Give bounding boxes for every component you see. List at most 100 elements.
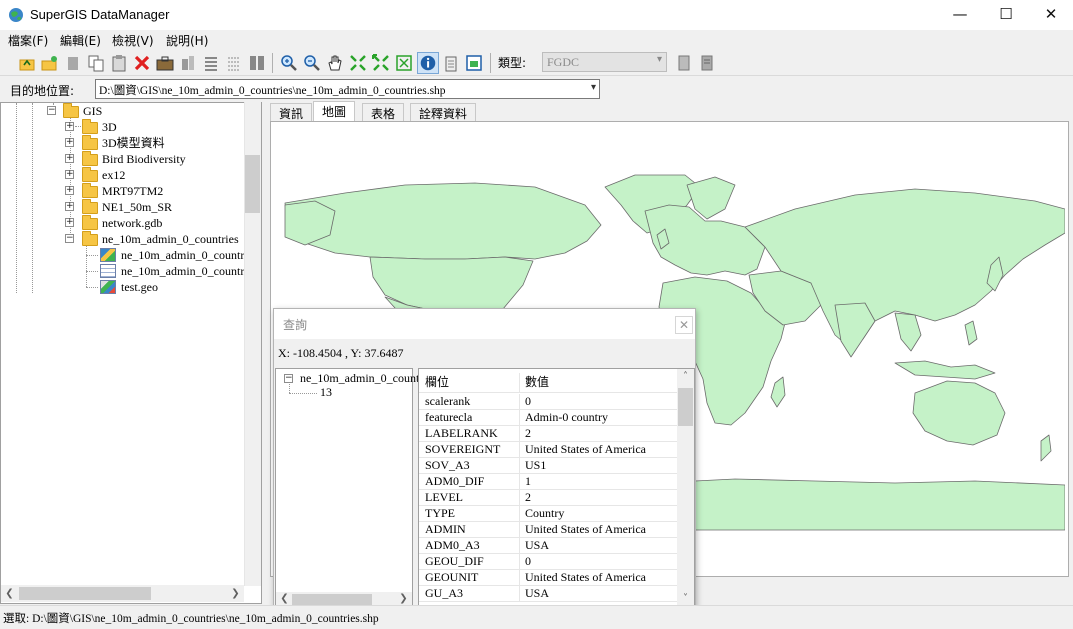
menu-help[interactable]: 說明(H) [166,32,208,49]
query-tree-layer[interactable]: ne_10m_admin_0_countr [300,370,423,386]
fixed-zoom-in-icon[interactable] [348,53,368,73]
expand-icon[interactable]: + [65,218,74,227]
identify-info-icon[interactable] [417,52,439,74]
maximize-button[interactable]: ☐ [983,0,1029,30]
export-image-icon[interactable] [464,53,484,73]
close-icon[interactable]: ✕ [675,316,693,334]
chevron-down-icon[interactable]: ▾ [591,82,596,93]
table-file-icon [100,264,116,278]
expand-icon[interactable]: + [65,186,74,195]
scroll-up-icon[interactable]: ˄ [677,369,694,384]
scroll-left-icon[interactable]: ❮ [276,591,293,606]
expand-icon[interactable]: + [65,202,74,211]
query-dialog-title: 查詢 [283,318,308,332]
status-selection-path: 選取: D:\圖資\GIS\ne_10m_admin_0_countries\n… [3,613,379,625]
paste-icon[interactable] [109,53,129,73]
destination-path-combobox[interactable]: D:\圖資\GIS\ne_10m_admin_0_countries\ne_10… [95,79,600,99]
metadata-type-select[interactable]: FGDC ▾ [542,52,667,72]
tree-guide-line [16,103,17,293]
tree-guide-line [86,287,98,288]
scroll-right-icon[interactable]: ❯ [227,585,244,602]
attribute-row[interactable]: LEVEL 2 [419,490,677,506]
attribute-field: ADMIN [425,522,466,536]
attribute-field: LEVEL [425,490,463,504]
attribute-row[interactable]: featurecla Admin-0 country [419,410,677,426]
shapefile-icon [100,248,116,262]
field-column-header[interactable]: 欄位 [425,373,449,391]
attribute-field: GEOUNIT [425,570,479,584]
delete-icon[interactable] [132,53,152,73]
pan-hand-icon[interactable] [325,53,345,73]
attribute-row[interactable]: GU_A3 USA [419,586,677,602]
collapse-icon[interactable]: − [47,106,56,115]
attribute-row[interactable]: ADM0_A3 USA [419,538,677,554]
list-view-icon[interactable] [201,53,221,73]
scroll-left-icon[interactable]: ❮ [1,585,18,602]
attribute-row[interactable]: TYPE Country [419,506,677,522]
expand-icon[interactable]: + [65,154,74,163]
tree-vertical-scroll-thumb[interactable] [245,155,260,213]
scroll-down-icon[interactable]: ˅ [677,591,694,606]
folder-open-icon [82,231,98,246]
tree-guide-line [75,126,81,127]
copy-icon[interactable] [86,53,106,73]
collapse-icon[interactable]: − [65,234,74,243]
close-button[interactable]: ✕ [1028,0,1073,30]
attribute-row[interactable]: SOV_A3 US1 [419,458,677,474]
toolbox-icon[interactable] [155,53,175,73]
expand-icon[interactable]: + [65,138,74,147]
value-column-header[interactable]: 數值 [525,373,549,391]
cut-icon[interactable] [63,53,83,73]
zoom-in-icon[interactable] [279,53,299,73]
query-tree-feature[interactable]: 13 [320,384,332,400]
attribute-row[interactable]: SOVEREIGNT United States of America [419,442,677,458]
tab-metadata[interactable]: 詮釋資料 [410,103,477,121]
menu-edit[interactable]: 編輯(E) [60,32,101,49]
attribute-row[interactable]: GEOU_DIF 0 [419,554,677,570]
menu-bar [0,30,1073,50]
connect-folder-icon[interactable] [40,53,60,73]
attribute-value: United States of America [525,570,646,584]
query-dialog-title-bar[interactable] [274,309,695,339]
zoom-out-icon[interactable] [302,53,322,73]
tab-map[interactable]: 地圖 [313,101,356,122]
attribute-row[interactable]: scalerank 0 [419,394,677,410]
metadata-type-label: 類型: [498,56,527,70]
import-metadata-icon[interactable] [674,53,694,73]
query-coordinates: X: -108.4504 , Y: 37.6487 [278,346,404,360]
menu-file[interactable]: 檔案(F) [8,32,48,49]
tree-horizontal-scroll-thumb[interactable] [19,587,151,600]
attribute-value: United States of America [525,522,646,536]
attribute-value: United States of America [525,442,646,456]
query-tree-scroll-thumb[interactable] [292,594,372,605]
expand-icon[interactable]: + [65,170,74,179]
attribute-value: 2 [525,426,531,440]
geo-file-icon [100,280,116,294]
attribute-row[interactable]: LABELRANK 2 [419,426,677,442]
expand-icon[interactable]: + [65,122,74,131]
attribute-field: scalerank [425,394,471,408]
catalog-tree[interactable]: − GIS + 3D + 3D模型資料 + Bird Biodiversity … [0,102,262,604]
menu-view[interactable]: 檢視(V) [112,32,154,49]
clipboard-icon[interactable] [441,53,461,73]
scroll-right-icon[interactable]: ❯ [395,591,412,606]
collapse-icon[interactable]: − [284,374,293,383]
attribute-field: featurecla [425,410,473,424]
minimize-button[interactable]: — [937,0,983,30]
query-result-tree[interactable]: − ne_10m_admin_0_countr 13 [275,368,423,608]
attribute-row[interactable]: GEOUNIT United States of America [419,570,677,586]
tab-table[interactable]: 表格 [362,103,405,121]
full-extent-icon[interactable] [394,53,414,73]
export-metadata-icon[interactable] [697,53,717,73]
tab-info[interactable]: 資訊 [270,103,313,121]
attribute-table-scroll-thumb[interactable] [678,388,693,426]
fixed-zoom-out-icon[interactable] [371,53,391,73]
thumbnail-view-icon[interactable] [247,53,267,73]
attribute-row[interactable]: ADM0_DIF 1 [419,474,677,490]
large-icons-icon[interactable] [178,53,198,73]
attribute-field: ADM0_A3 [425,538,480,552]
details-view-icon[interactable] [224,53,244,73]
attribute-row[interactable]: ADMIN United States of America [419,522,677,538]
column-divider [519,410,520,426]
up-folder-icon[interactable] [17,53,37,73]
